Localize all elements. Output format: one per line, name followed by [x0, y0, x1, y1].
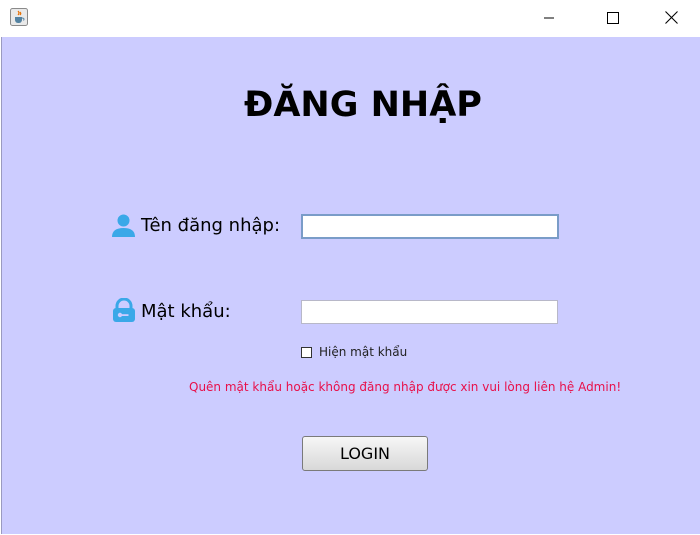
username-field[interactable]	[301, 214, 559, 239]
maximize-icon	[607, 9, 619, 28]
password-label: Mật khẩu:	[141, 301, 231, 322]
username-label: Tên đăng nhập:	[141, 215, 281, 236]
java-cup-icon[interactable]	[10, 8, 28, 26]
checkbox-box[interactable]	[301, 346, 312, 358]
minimize-icon	[543, 9, 555, 28]
user-icon	[111, 214, 136, 241]
page-title: ĐĂNG NHẬP	[244, 85, 482, 125]
title-bar	[0, 0, 700, 37]
close-icon	[664, 9, 678, 28]
login-panel: ĐĂNG NHẬP Tên đăng nhập: Mật khẩu: Hiện …	[1, 37, 700, 534]
help-message: Quên mật khẩu hoặc không đăng nhập được …	[189, 380, 622, 394]
show-password-checkbox[interactable]: Hiện mật khẩu	[301, 345, 407, 359]
show-password-label[interactable]: Hiện mật khẩu	[319, 345, 407, 359]
minimize-button[interactable]	[526, 0, 572, 37]
password-field[interactable]	[301, 300, 558, 324]
login-button[interactable]: LOGIN	[302, 436, 428, 471]
maximize-button[interactable]	[590, 0, 636, 37]
lock-icon	[111, 297, 137, 326]
close-button[interactable]	[648, 0, 694, 37]
